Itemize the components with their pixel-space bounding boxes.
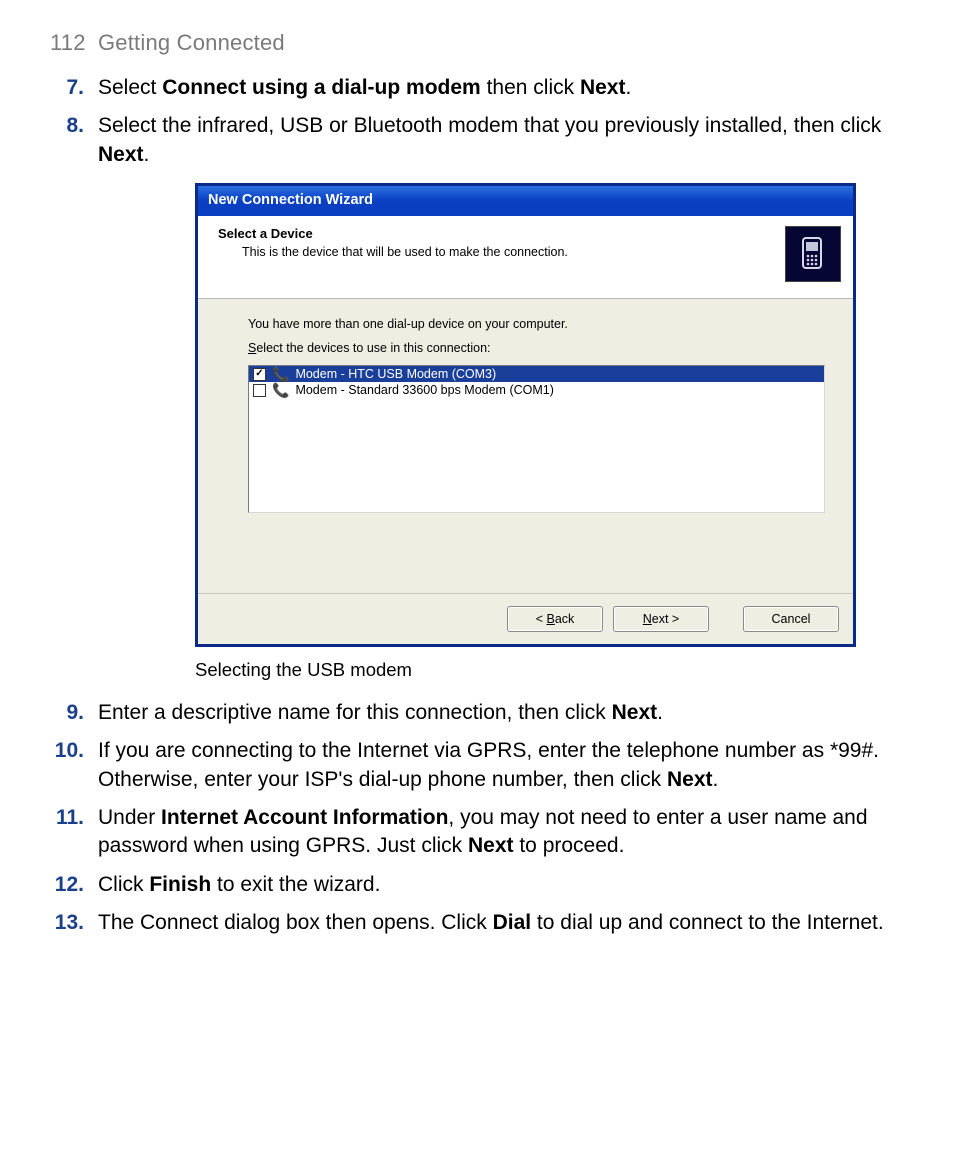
cancel-button[interactable]: Cancel xyxy=(743,606,839,632)
device-listbox[interactable]: ✓ 📞 Modem - HTC USB Modem (COM3) 📞 Modem - S… xyxy=(248,365,825,513)
step-13: 13. The Connect dialog box then opens. C… xyxy=(50,909,909,937)
steps-list: 7. Select Connect using a dial-up modem … xyxy=(50,74,909,169)
next-button[interactable]: Next > xyxy=(613,606,709,632)
device-label: Modem - Standard 33600 bps Modem (COM1) xyxy=(295,383,553,397)
modem-icon: 📞 xyxy=(272,367,289,381)
back-button-label: < Back xyxy=(536,612,575,626)
next-button-label: Next > xyxy=(643,612,679,626)
step-8: 8. Select the infrared, USB or Bluetooth… xyxy=(50,112,909,169)
device-list-item[interactable]: 📞 Modem - Standard 33600 bps Modem (COM1) xyxy=(249,382,824,398)
device-checkbox[interactable]: ✓ xyxy=(253,368,266,381)
device-label: Modem - HTC USB Modem (COM3) xyxy=(295,367,496,381)
step-number: 9. xyxy=(50,699,98,727)
step-number: 11. xyxy=(50,804,98,861)
wizard-heading: Select a Device xyxy=(218,226,568,241)
step-body: Select Connect using a dial-up modem the… xyxy=(98,74,909,102)
step-number: 7. xyxy=(50,74,98,102)
wizard-header-panel: Select a Device This is the device that … xyxy=(198,216,853,299)
wizard-button-panel: < Back Next > Cancel xyxy=(198,593,853,644)
wizard-info-text: You have more than one dial-up device on… xyxy=(248,317,825,331)
page-number: 112 xyxy=(50,30,86,55)
wizard-window: New Connection Wizard Select a Device Th… xyxy=(195,183,856,647)
step-9: 9. Enter a descriptive name for this con… xyxy=(50,699,909,727)
step-body: If you are connecting to the Internet vi… xyxy=(98,737,909,794)
step-10: 10. If you are connecting to the Interne… xyxy=(50,737,909,794)
step-number: 10. xyxy=(50,737,98,794)
phone-device-icon xyxy=(785,226,841,282)
wizard-content: You have more than one dial-up device on… xyxy=(198,299,853,593)
figure-caption: Selecting the USB modem xyxy=(195,659,909,681)
wizard-header-text: Select a Device This is the device that … xyxy=(218,226,568,259)
wizard-subheading: This is the device that will be used to … xyxy=(242,245,568,259)
step-number: 12. xyxy=(50,871,98,899)
step-body: Under Internet Account Information, you … xyxy=(98,804,909,861)
modem-icon: 📞 xyxy=(272,383,289,397)
step-11: 11. Under Internet Account Information, … xyxy=(50,804,909,861)
step-number: 13. xyxy=(50,909,98,937)
steps-list-continued: 9. Enter a descriptive name for this con… xyxy=(50,699,909,937)
back-button[interactable]: < Back xyxy=(507,606,603,632)
wizard-titlebar: New Connection Wizard xyxy=(198,186,853,216)
section-title: Getting Connected xyxy=(98,30,285,55)
device-checkbox[interactable] xyxy=(253,384,266,397)
step-body: Enter a descriptive name for this connec… xyxy=(98,699,909,727)
step-body: Select the infrared, USB or Bluetooth mo… xyxy=(98,112,909,169)
page-header: 112 Getting Connected xyxy=(50,30,909,56)
device-list-item[interactable]: ✓ 📞 Modem - HTC USB Modem (COM3) xyxy=(249,366,824,382)
wizard-select-label: Select the devices to use in this connec… xyxy=(248,341,825,355)
step-12: 12. Click Finish to exit the wizard. xyxy=(50,871,909,899)
step-body: The Connect dialog box then opens. Click… xyxy=(98,909,909,937)
step-number: 8. xyxy=(50,112,98,169)
cancel-button-label: Cancel xyxy=(772,612,811,626)
step-7: 7. Select Connect using a dial-up modem … xyxy=(50,74,909,102)
step-body: Click Finish to exit the wizard. xyxy=(98,871,909,899)
